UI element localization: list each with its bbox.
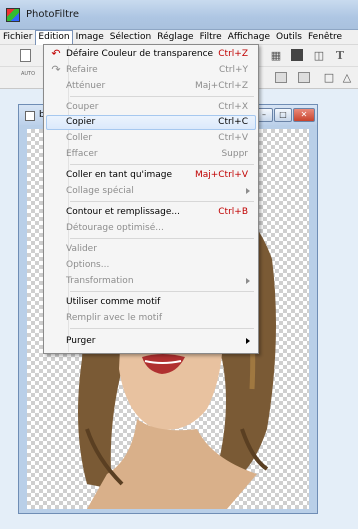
new-document-icon[interactable] — [20, 49, 31, 62]
submenu-arrow-icon — [246, 338, 250, 344]
menu-item-label: Valider — [66, 244, 97, 254]
shape-icon[interactable]: △ — [340, 71, 354, 85]
menu-separator — [70, 201, 254, 202]
menu-item-redo[interactable]: ↷ Refaire Ctrl+Y — [46, 63, 256, 78]
text-tool-icon[interactable]: T — [333, 49, 347, 63]
title-bar[interactable]: PhotoFiltre — [0, 0, 358, 30]
menu-item-label: Défaire Couleur de transparence — [66, 49, 214, 59]
menu-item-shortcut: Ctrl+B — [218, 207, 248, 217]
menu-separator — [70, 164, 254, 165]
menu-item-label: Coller — [66, 133, 93, 143]
menu-item-undo[interactable]: ↶ Défaire Couleur de transparence Ctrl+Z — [46, 47, 256, 62]
menu-item-utiliser-motif[interactable]: Utiliser comme motif — [46, 295, 256, 310]
close-button[interactable]: ✕ — [293, 108, 315, 122]
submenu-arrow-icon — [246, 278, 250, 284]
menu-item-shortcut: Ctrl+C — [218, 117, 248, 127]
menu-item-label: Options... — [66, 260, 110, 270]
menu-item-shortcut: Ctrl+X — [218, 102, 248, 112]
menu-separator — [70, 238, 254, 239]
menu-item-coller-image[interactable]: Coller en tant qu'image Maj+Ctrl+V — [46, 168, 256, 183]
menu-fichier[interactable]: Fichier — [0, 30, 35, 45]
menu-item-effacer[interactable]: Effacer Suppr — [46, 147, 256, 162]
menu-reglage[interactable]: Réglage — [154, 30, 196, 45]
menu-selection[interactable]: Sélection — [107, 30, 154, 45]
tile-icon[interactable] — [298, 72, 310, 83]
menu-separator — [70, 96, 254, 97]
menu-item-label: Utiliser comme motif — [66, 297, 161, 307]
menu-item-contour[interactable]: Contour et remplissage... Ctrl+B — [46, 205, 256, 220]
menu-item-label: Contour et remplissage... — [66, 207, 180, 217]
menu-image[interactable]: Image — [73, 30, 107, 45]
menu-item-shortcut: Maj+Ctrl+V — [194, 170, 248, 180]
menu-item-detourage[interactable]: Détourage optimisé... — [46, 221, 256, 236]
auto-levels-icon[interactable]: AUTO — [19, 71, 37, 85]
menu-item-shortcut: Suppr — [221, 149, 248, 159]
menu-edition[interactable]: Edition — [35, 30, 73, 45]
grid-icon[interactable] — [275, 72, 287, 83]
menu-filtre[interactable]: Filtre — [197, 30, 225, 45]
menu-item-label: Effacer — [66, 149, 98, 159]
redo-icon: ↷ — [51, 63, 61, 76]
menu-item-options[interactable]: Options... — [46, 258, 256, 273]
copy-image-icon[interactable]: ▦ — [269, 49, 283, 63]
app-title: PhotoFiltre — [26, 9, 80, 20]
zoom-icon[interactable]: ◫ — [312, 49, 326, 63]
submenu-arrow-icon — [246, 188, 250, 194]
menu-item-collage-special[interactable]: Collage spécial — [46, 184, 256, 199]
menu-item-purger[interactable]: Purger — [46, 334, 256, 349]
menu-outils[interactable]: Outils — [273, 30, 305, 45]
frame-icon[interactable]: □ — [322, 71, 336, 85]
menu-item-valider[interactable]: Valider — [46, 242, 256, 257]
menu-item-label: Transformation — [66, 276, 134, 286]
auto-label: AUTO — [20, 71, 36, 77]
menu-item-coller[interactable]: Coller Ctrl+V — [46, 131, 256, 146]
menu-separator — [70, 291, 254, 292]
menu-item-label: Collage spécial — [66, 186, 134, 196]
menu-item-shortcut: Maj+Ctrl+Z — [194, 81, 248, 91]
photofiltre-logo-icon — [6, 8, 20, 22]
menu-item-label: Remplir avec le motif — [66, 313, 162, 323]
menu-bar: Fichier Edition Image Sélection Réglage … — [0, 30, 358, 45]
maximize-button[interactable]: □ — [274, 108, 292, 122]
menu-affichage[interactable]: Affichage — [225, 30, 273, 45]
paste-image-icon[interactable] — [291, 49, 303, 61]
menu-item-attenuer[interactable]: Atténuer Maj+Ctrl+Z — [46, 79, 256, 94]
menu-separator — [70, 328, 254, 329]
document-icon — [25, 111, 35, 121]
menu-item-couper[interactable]: Couper Ctrl+X — [46, 100, 256, 115]
menu-item-shortcut: Ctrl+Y — [218, 65, 248, 75]
menu-item-copier[interactable]: Copier Ctrl+C — [46, 115, 256, 130]
menu-item-remplir-motif[interactable]: Remplir avec le motif — [46, 311, 256, 326]
menu-fenetre[interactable]: Fenêtre — [305, 30, 345, 45]
menu-item-label: Atténuer — [66, 81, 106, 91]
menu-item-shortcut: Ctrl+V — [218, 133, 248, 143]
edition-dropdown-menu: ↶ Défaire Couleur de transparence Ctrl+Z… — [43, 44, 259, 354]
menu-item-label: Purger — [66, 336, 96, 346]
menu-item-label: Refaire — [66, 65, 98, 75]
menu-item-label: Couper — [66, 102, 99, 112]
menu-item-transformation[interactable]: Transformation — [46, 274, 256, 289]
menu-item-label: Copier — [66, 117, 96, 127]
menu-item-shortcut: Ctrl+Z — [218, 49, 248, 59]
menu-item-label: Détourage optimisé... — [66, 223, 164, 233]
menu-item-label: Coller en tant qu'image — [66, 170, 173, 180]
undo-icon: ↶ — [51, 47, 61, 60]
